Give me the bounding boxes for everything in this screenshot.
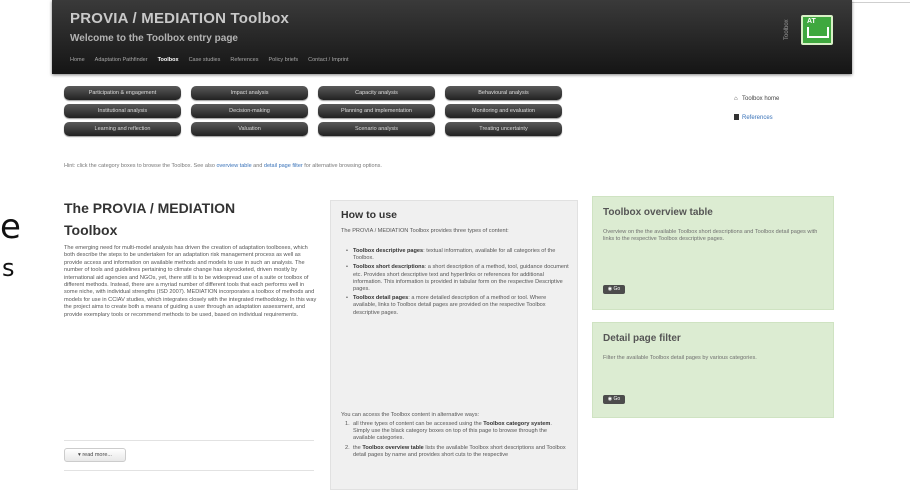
hint-suffix: for alternative browsing options. bbox=[304, 163, 382, 169]
access-ways-list: 1. all three types of content can be acce… bbox=[345, 421, 569, 459]
nav-contact-imprint[interactable]: Contact / Imprint bbox=[308, 57, 348, 63]
references-label: References bbox=[742, 115, 773, 121]
list-item: Toolbox descriptive pages: textual infor… bbox=[346, 248, 569, 262]
detail-filter-link[interactable]: detail page filter bbox=[264, 163, 303, 169]
list-item: Toolbox short descriptions: a short desc… bbox=[346, 264, 569, 293]
read-more-label: read more... bbox=[82, 452, 112, 458]
nav-policy-briefs[interactable]: Policy briefs bbox=[269, 57, 299, 63]
item-number: 1. bbox=[345, 421, 350, 427]
access-ways-intro: You can access the Toolbox content in al… bbox=[341, 412, 480, 418]
category-grid: Participation & engagement Impact analys… bbox=[64, 86, 564, 136]
nav-home[interactable]: Home bbox=[70, 57, 85, 63]
eye-icon: ◉ bbox=[607, 396, 613, 402]
category-monitoring-evaluation[interactable]: Monitoring and evaluation bbox=[445, 104, 562, 118]
nav-references[interactable]: References bbox=[230, 57, 258, 63]
category-decision-making[interactable]: Decision-making bbox=[191, 104, 308, 118]
logo-text: AT bbox=[807, 18, 816, 25]
how-to-intro: The PROVIA / MEDIATION Toolbox provides … bbox=[341, 228, 509, 234]
item-text: all three types of content can be access… bbox=[353, 421, 484, 427]
category-scenario-analysis[interactable]: Scenario analysis bbox=[318, 122, 435, 136]
go-label: Go bbox=[613, 396, 621, 402]
item-bold: Toolbox category system bbox=[483, 421, 551, 427]
intro-title: The PROVIA / MEDIATION Toolbox bbox=[64, 200, 236, 238]
category-behavioural-analysis[interactable]: Behavioural analysis bbox=[445, 86, 562, 100]
hint-prefix: Hint: click the category boxes to browse… bbox=[64, 163, 215, 169]
category-planning-implementation[interactable]: Planning and implementation bbox=[318, 104, 435, 118]
how-to-use-panel: How to use The PROVIA / MEDIATION Toolbo… bbox=[330, 200, 578, 490]
cropped-text-e: e bbox=[0, 207, 21, 247]
content-types-list: Toolbox descriptive pages: textual infor… bbox=[346, 248, 569, 319]
overview-panel-text: Overview on the the available Toolbox sh… bbox=[603, 229, 818, 243]
overview-panel-title: Toolbox overview table bbox=[603, 207, 713, 218]
section-divider-bottom bbox=[64, 470, 314, 471]
go-label: Go bbox=[613, 286, 621, 292]
section-divider bbox=[64, 440, 314, 441]
item-text: the bbox=[353, 444, 363, 451]
list-item: 2. the Toolbox overview table lists the a… bbox=[345, 445, 569, 459]
item-number: 2. bbox=[345, 444, 350, 451]
home-icon: ⌂ bbox=[734, 96, 738, 102]
category-institutional-analysis[interactable]: Institutional analysis bbox=[64, 104, 181, 118]
filter-panel-text: Filter the available Toolbox detail page… bbox=[603, 355, 757, 361]
hint-and: and bbox=[253, 163, 263, 169]
detail-filter-panel: Detail page filter Filter the available … bbox=[592, 322, 834, 418]
overview-go-button[interactable]: ◉ Go bbox=[603, 285, 625, 294]
list-item: Toolbox detail pages: a more detailed de… bbox=[346, 295, 569, 317]
side-label: Toolbox bbox=[784, 19, 790, 40]
item-title: Toolbox detail pages bbox=[353, 295, 409, 302]
item-bold: Toolbox overview table bbox=[362, 444, 424, 451]
category-learning-reflection[interactable]: Learning and reflection bbox=[64, 122, 181, 136]
overview-table-panel: Toolbox overview table Overview on the t… bbox=[592, 196, 834, 310]
site-title[interactable]: PROVIA / MEDIATION Toolbox bbox=[70, 10, 289, 27]
nav-case-studies[interactable]: Case studies bbox=[189, 57, 221, 63]
read-more-button[interactable]: ▾ read more... bbox=[64, 448, 126, 462]
browse-hint: Hint: click the category boxes to browse… bbox=[64, 163, 382, 169]
category-impact-analysis[interactable]: Impact analysis bbox=[191, 86, 308, 100]
intro-body: The emerging need for multi-model analys… bbox=[64, 245, 317, 318]
category-participation[interactable]: Participation & engagement bbox=[64, 86, 181, 100]
how-to-title: How to use bbox=[341, 209, 398, 221]
overview-table-link[interactable]: overview table bbox=[216, 163, 251, 169]
eye-icon: ◉ bbox=[607, 286, 613, 292]
sidebar-link-toolbox-home[interactable]: ⌂ Toolbox home bbox=[734, 96, 779, 102]
logo-box-shape bbox=[807, 27, 829, 38]
site-subtitle: Welcome to the Toolbox entry page bbox=[70, 33, 238, 44]
cropped-text-s: s bbox=[2, 254, 15, 282]
category-capacity-analysis[interactable]: Capacity analysis bbox=[318, 86, 435, 100]
toolbox-logo-icon[interactable]: AT bbox=[801, 15, 833, 45]
nav-adaptation-pathfinder[interactable]: Adaptation Pathfinder bbox=[95, 57, 148, 63]
filter-go-button[interactable]: ◉ Go bbox=[603, 395, 625, 404]
main-nav: Home Adaptation Pathfinder Toolbox Case … bbox=[70, 57, 349, 63]
item-title: Toolbox descriptive pages bbox=[353, 248, 424, 254]
item-title: Toolbox short descriptions bbox=[353, 264, 425, 271]
site-header: PROVIA / MEDIATION Toolbox Welcome to th… bbox=[52, 0, 852, 74]
nav-toolbox[interactable]: Toolbox bbox=[158, 57, 179, 63]
book-icon bbox=[734, 114, 739, 120]
sidebar-link-references[interactable]: References bbox=[734, 114, 773, 121]
toolbox-home-label: Toolbox home bbox=[742, 96, 780, 102]
category-valuation[interactable]: Valuation bbox=[191, 122, 308, 136]
intro-section: The PROVIA / MEDIATION Toolbox The emerg… bbox=[64, 197, 319, 319]
list-item: 1. all three types of content can be acce… bbox=[345, 421, 569, 443]
filter-panel-title: Detail page filter bbox=[603, 333, 681, 344]
category-treating-uncertainty[interactable]: Treating uncertainty bbox=[445, 122, 562, 136]
